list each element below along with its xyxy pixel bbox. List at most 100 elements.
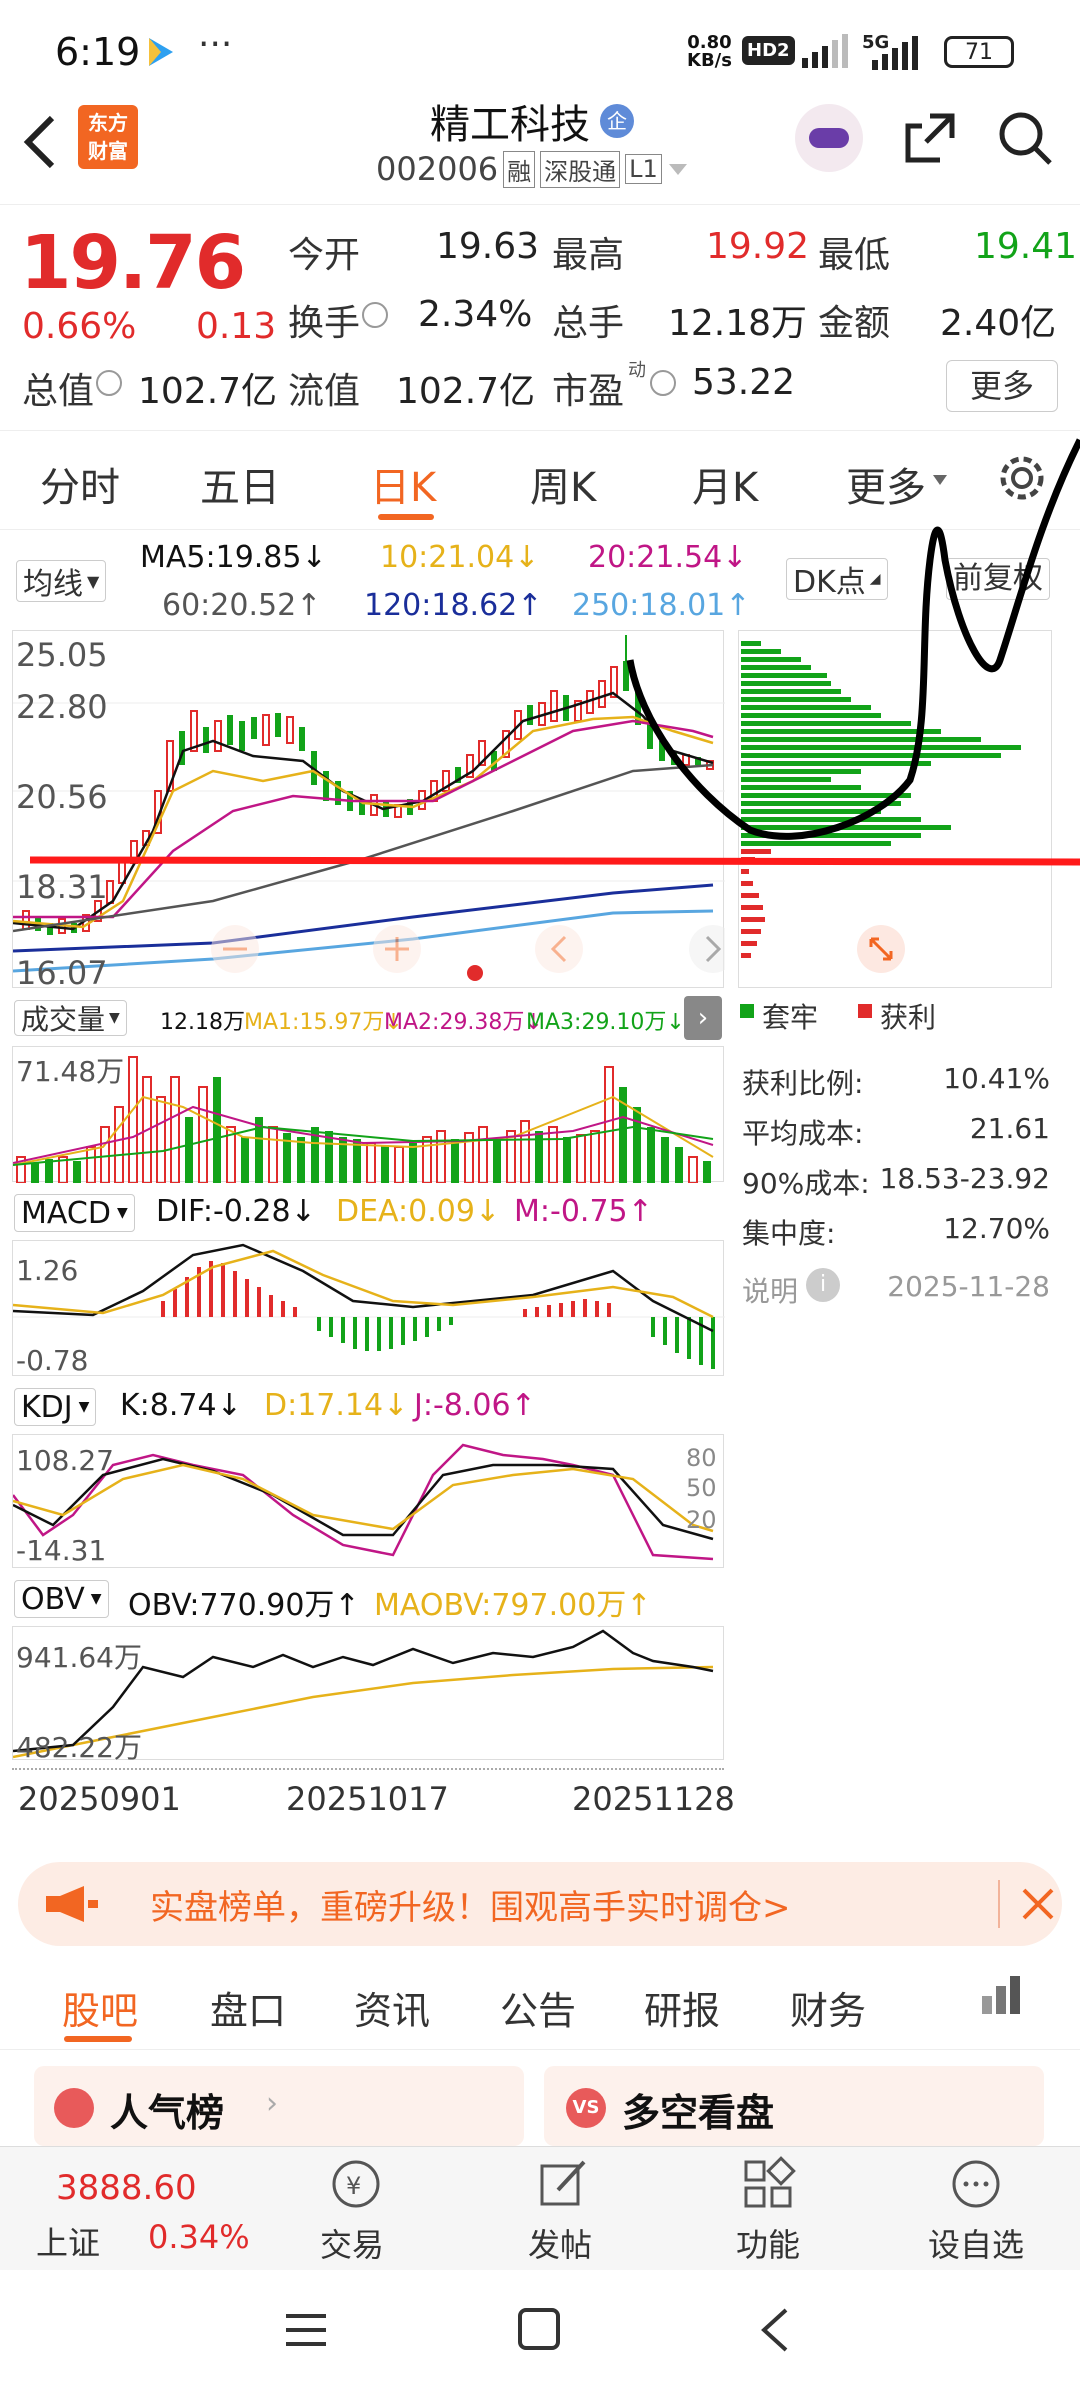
low-value: 19.41 (974, 226, 1078, 267)
macd-axis-bottom: -0.78 (16, 1344, 89, 1377)
tag-connect: 深股通 (540, 150, 621, 188)
stock-title[interactable]: 精工科技 企 (430, 92, 634, 150)
menu-icon[interactable] (284, 2310, 328, 2350)
float-label: 流值 (288, 371, 361, 412)
close-icon[interactable] (1018, 1884, 1058, 1924)
chevron-right-icon: › (266, 2086, 278, 2121)
kdj-level-20: 20 (686, 1506, 717, 1534)
kdj-level-80: 80 (686, 1444, 717, 1472)
adjust-mode-button[interactable]: 前复权 (946, 558, 1050, 600)
back-icon[interactable] (20, 112, 60, 172)
tab-five-day[interactable]: 五日 (200, 455, 280, 513)
price-axis-bottom: 16.07 (16, 954, 108, 992)
stock-code: 002006 (376, 150, 499, 188)
bull-bear-title: 多空看盘 (622, 2091, 775, 2135)
back-nav-icon[interactable] (756, 2306, 792, 2354)
bull-bear-card[interactable]: VS 多空看盘 (544, 2066, 1044, 2146)
indicator-selector[interactable]: 均线 ▼ (16, 560, 107, 602)
tab-more[interactable]: 更多 (846, 455, 926, 513)
note-label[interactable]: 说明 (742, 1270, 798, 1310)
status-time: 6:19 (55, 30, 141, 74)
mcap-value: 102.7亿 (138, 371, 278, 412)
stock-code-row[interactable]: 002006 融 深股通 L1 (376, 150, 689, 188)
promo-banner[interactable]: 实盘榜单，重磅升级！围观高手实时调仓> (18, 1862, 1062, 1946)
kline-chart[interactable] (12, 630, 737, 988)
more-tabs-icon[interactable] (980, 1974, 1024, 2018)
more-quote-button[interactable]: 更多 (946, 360, 1058, 412)
date-middle: 20251017 (286, 1780, 449, 1818)
ma60-value: 60:20.52↑ (162, 588, 322, 623)
functions-label[interactable]: 功能 (736, 2220, 800, 2266)
turnover-label: 换手 (288, 303, 361, 344)
pe-value: 53.22 (692, 362, 796, 403)
tab-finance[interactable]: 财务 (790, 1980, 866, 2035)
popularity-card[interactable]: 人气榜 › (34, 2066, 524, 2146)
tab-weekly-k[interactable]: 周K (530, 455, 596, 513)
trade-icon[interactable]: ¥ (328, 2156, 384, 2212)
settings-gear-icon[interactable] (996, 452, 1048, 504)
index-value[interactable]: 3888.60 (56, 2168, 197, 2208)
concentration-value: 12.70% (943, 1212, 1050, 1245)
assistant-avatar[interactable] (795, 104, 863, 172)
post-label[interactable]: 发帖 (528, 2220, 592, 2266)
open-label: 今开 (288, 235, 361, 276)
trade-label[interactable]: 交易 (320, 2220, 384, 2266)
kdj-d: D:17.14↓ (264, 1388, 409, 1423)
info-icon[interactable] (96, 370, 122, 396)
kdj-k: K:8.74↓ (120, 1388, 242, 1423)
signal-icon (802, 34, 848, 68)
system-nav-bar (0, 2270, 1080, 2400)
volume-selector[interactable]: 成交量 ▼ (14, 1000, 127, 1036)
watchlist-label[interactable]: 设自选 (928, 2220, 1024, 2266)
tab-announcements[interactable]: 公告 (500, 1980, 576, 2035)
tab-news[interactable]: 资讯 (354, 1980, 430, 2035)
maobv-value: MAOBV:797.00万↑ (374, 1588, 652, 1623)
high-label: 最高 (552, 235, 625, 276)
kdj-chart[interactable] (12, 1434, 724, 1568)
tab-research[interactable]: 研报 (644, 1980, 720, 2035)
index-change: 0.34% (148, 2218, 250, 2256)
last-price: 19.76 (20, 220, 246, 306)
note-info-icon[interactable]: i (806, 1268, 840, 1302)
ma250-value: 250:18.01↑ (572, 588, 751, 623)
net-speed: 0.80 KB/s (687, 32, 732, 71)
volume-axis: 71.48万 (16, 1055, 125, 1088)
turnover-info-icon[interactable] (362, 302, 388, 328)
tab-daily-k[interactable]: 日K (370, 455, 436, 513)
home-icon[interactable] (516, 2306, 564, 2354)
chevron-down-icon (668, 164, 687, 175)
tab-monthly-k[interactable]: 月K (692, 455, 758, 513)
macd-selector[interactable]: MACD ▼ (14, 1194, 135, 1232)
macd-dea: DEA:0.09↓ (336, 1194, 501, 1229)
low-label: 最低 (818, 235, 891, 276)
volume-value: 12.18万 (668, 303, 808, 344)
app-logo: 东方 财富 (78, 105, 138, 169)
chip-distribution-chart[interactable] (738, 630, 1052, 988)
macd-svg (12, 1243, 725, 1369)
obv-axis-top: 941.64万 (16, 1641, 142, 1674)
tab-forum[interactable]: 股吧 (62, 1980, 138, 2035)
stock-header: 东方 财富 精工科技 企 002006 融 深股通 L1 (0, 90, 1080, 205)
tab-orderbook[interactable]: 盘口 (210, 1980, 286, 2035)
change-pct: 0.66% (22, 306, 137, 347)
trap-legend-label: 套牢 (762, 1001, 819, 1034)
functions-icon[interactable] (740, 2156, 796, 2212)
macd-chart[interactable] (12, 1240, 725, 1376)
price-axis-3: 20.56 (16, 778, 108, 816)
pe-info-icon[interactable] (650, 370, 676, 396)
kdj-selector[interactable]: KDJ ▼ (14, 1388, 97, 1426)
macd-m: M:-0.75↑ (514, 1194, 653, 1229)
dk-point-button[interactable]: DK点 ◢ (786, 558, 888, 600)
kdj-level-50: 50 (686, 1474, 717, 1502)
price-axis-top: 25.05 (16, 636, 108, 674)
obv-selector[interactable]: OBV ▼ (14, 1580, 109, 1618)
expand-panel-button[interactable]: › (684, 996, 722, 1040)
search-icon[interactable] (995, 108, 1055, 168)
post-icon[interactable] (534, 2156, 590, 2212)
ma10-value: 10:21.04↓ (380, 540, 540, 575)
tab-intraday[interactable]: 分时 (40, 455, 120, 513)
watchlist-icon[interactable] (948, 2156, 1004, 2212)
float-value: 102.7亿 (396, 371, 536, 412)
share-icon[interactable] (900, 108, 960, 168)
profit-ratio-label: 获利比例: (742, 1067, 864, 1100)
